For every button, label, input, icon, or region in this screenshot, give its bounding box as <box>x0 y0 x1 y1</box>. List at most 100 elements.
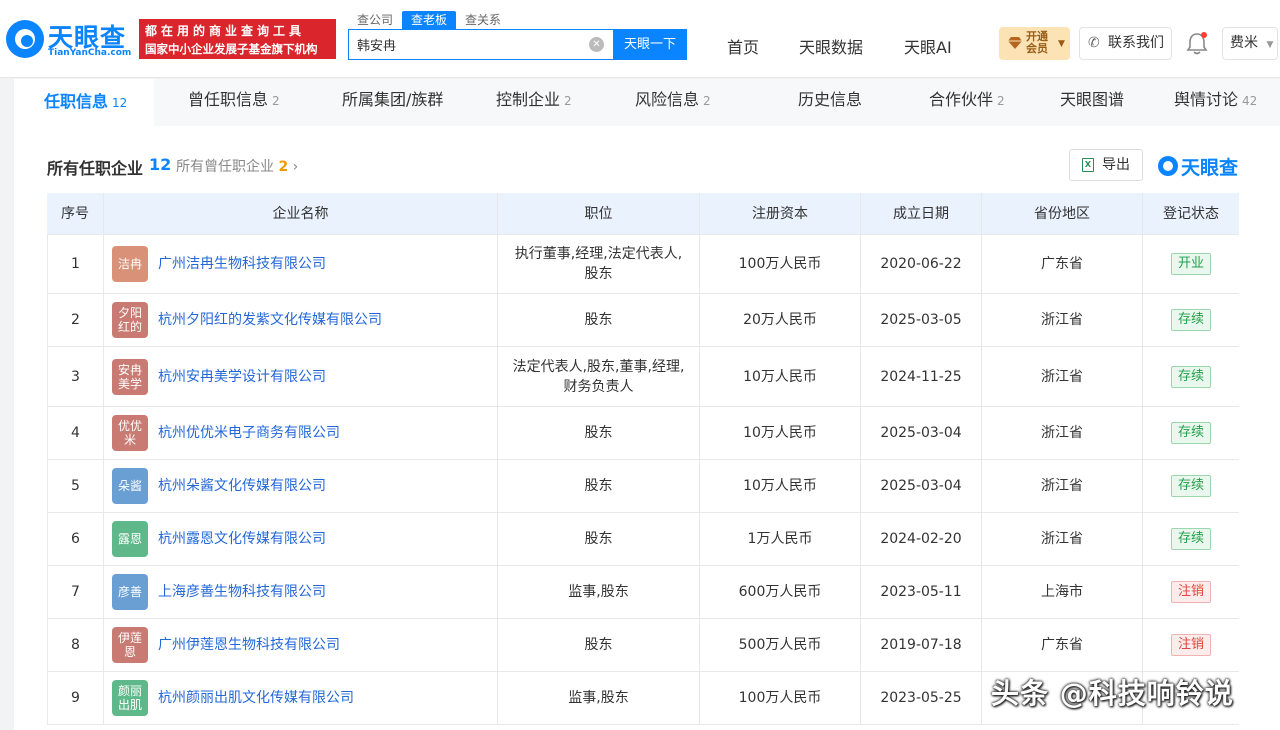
slogan-banner: 都在用的商业查询工具 国家中小企业发展子基金旗下机构 <box>139 19 336 59</box>
company-avatar[interactable]: 伊莲恩 <box>112 627 148 663</box>
region-cell: 广东省 <box>982 619 1143 671</box>
logo-domain: TianYanCha.com <box>48 48 132 58</box>
diamond-icon <box>1008 37 1022 49</box>
former-link-label: 所有曾任职企业 <box>176 159 274 175</box>
company-avatar[interactable]: 优优米 <box>112 415 148 451</box>
date-cell: 2020-06-22 <box>861 235 982 293</box>
company-avatar[interactable]: 朵酱 <box>112 468 148 504</box>
table-row: 6 露恩 杭州露恩文化传媒有限公司 股东 1万人民币 2024-02-20 浙江省 存续 <box>47 513 1239 566</box>
search-input[interactable] <box>357 30 587 59</box>
company-name-link[interactable]: 广州伊莲恩生物科技有限公司 <box>158 635 340 655</box>
company-avatar[interactable]: 彦善 <box>112 574 148 610</box>
status-cell: 存续 <box>1143 294 1239 346</box>
status-cell: 注销 <box>1143 566 1239 618</box>
row-index: 2 <box>47 294 104 346</box>
company-avatar[interactable]: 夕阳红的 <box>112 302 148 338</box>
slogan-line1: 都在用的商业查询工具 <box>145 24 306 38</box>
table-row: 8 伊莲恩 广州伊莲恩生物科技有限公司 股东 500万人民币 2019-07-18 广东省注… <box>47 619 1239 672</box>
tab-partners[interactable]: 合作伙伴 2 <box>929 79 1005 126</box>
user-menu[interactable]: 费米 ▼ <box>1222 27 1278 60</box>
date-cell: 2024-11-25 <box>861 347 982 406</box>
tab-label: 曾任职信息 <box>188 90 269 109</box>
tab-label: 风险信息 <box>635 90 700 109</box>
status-badge: 注销 <box>1170 581 1211 603</box>
tab-controlled-companies[interactable]: 控制企业 2 <box>496 79 572 126</box>
former-companies-link[interactable]: 所有曾任职企业 2 › <box>176 156 298 176</box>
watermark: 头条 @科技响铃说 <box>991 677 1234 710</box>
company-name-link[interactable]: 上海彦善生物科技有限公司 <box>158 582 326 602</box>
company-cell: 优优米 杭州优优米电子商务有限公司 <box>104 407 498 459</box>
capital-cell: 10万人民币 <box>700 407 861 459</box>
tab-count: 2 <box>272 94 280 108</box>
vip-label-line2: 会员 <box>1026 42 1048 55</box>
row-index: 3 <box>47 347 104 406</box>
company-cell: 伊莲恩 广州伊莲恩生物科技有限公司 <box>104 619 498 671</box>
company-cell: 洁冉 广州洁冉生物科技有限公司 <box>104 235 498 293</box>
tab-label: 历史信息 <box>798 90 863 109</box>
status-badge: 开业 <box>1170 253 1211 275</box>
company-name-link[interactable]: 广州洁冉生物科技有限公司 <box>158 254 326 274</box>
search-tab-boss[interactable]: 查老板 <box>402 11 457 29</box>
status-badge: 存续 <box>1170 422 1211 444</box>
region-cell: 浙江省 <box>982 347 1143 406</box>
section-count: 12 <box>149 155 172 174</box>
former-link-count: 2 <box>278 159 289 175</box>
company-name-link[interactable]: 杭州露恩文化传媒有限公司 <box>158 529 326 549</box>
tab-former-positions[interactable]: 曾任职信息 2 <box>188 79 280 126</box>
company-cell: 安冉美学 杭州安冉美学设计有限公司 <box>104 347 498 406</box>
tab-group[interactable]: 所属集团/族群 <box>342 79 447 126</box>
date-cell: 2024-02-20 <box>861 513 982 565</box>
tab-risk-info[interactable]: 风险信息 2 <box>635 79 711 126</box>
date-cell: 2019-07-18 <box>861 619 982 671</box>
company-name-link[interactable]: 杭州颜丽出肌文化传媒有限公司 <box>158 688 354 708</box>
brand-eye-icon <box>1158 156 1178 176</box>
nav-tianyan-data[interactable]: 天眼数据 <box>799 34 863 58</box>
tab-graph[interactable]: 天眼图谱 <box>1060 79 1128 126</box>
nav-tianyan-ai[interactable]: 天眼AI <box>904 34 952 58</box>
status-badge: 注销 <box>1170 634 1211 656</box>
company-cell: 朵酱 杭州朵酱文化传媒有限公司 <box>104 460 498 512</box>
table-row: 2 夕阳红的 杭州夕阳红的发紫文化传媒有限公司 股东 20万人民币 2025-03-05 浙… <box>47 294 1239 347</box>
company-avatar[interactable]: 颜丽出肌 <box>112 680 148 716</box>
capital-cell: 600万人民币 <box>700 566 861 618</box>
tab-history[interactable]: 历史信息 <box>798 79 866 126</box>
row-index: 9 <box>47 672 104 724</box>
row-index: 5 <box>47 460 104 512</box>
company-name-link[interactable]: 杭州夕阳红的发紫文化传媒有限公司 <box>158 310 382 330</box>
tianyancha-logo[interactable]: 天眼查 TianYanCha.com <box>6 18 134 62</box>
tab-count: 12 <box>112 96 128 110</box>
tab-label: 舆情讨论 <box>1174 90 1239 109</box>
excel-icon: X <box>1082 158 1094 172</box>
status-cell: 存续 <box>1143 460 1239 512</box>
region-cell: 浙江省 <box>982 294 1143 346</box>
company-avatar[interactable]: 洁冉 <box>112 246 148 282</box>
company-name-link[interactable]: 杭州安冉美学设计有限公司 <box>158 367 326 387</box>
company-avatar[interactable]: 安冉美学 <box>112 358 148 395</box>
status-cell: 存续 <box>1143 407 1239 459</box>
contact-us-button[interactable]: ✆ 联系我们 <box>1079 27 1172 60</box>
user-name: 费米 <box>1230 35 1258 51</box>
capital-cell: 20万人民币 <box>700 294 861 346</box>
search-tab-relation[interactable]: 查关系 <box>456 11 510 29</box>
caret-down-icon: ▼ <box>1058 39 1065 49</box>
export-button[interactable]: X 导出 <box>1069 149 1143 181</box>
company-cell: 夕阳红的 杭州夕阳红的发紫文化传媒有限公司 <box>104 294 498 346</box>
notification-bell[interactable] <box>1181 30 1215 60</box>
table-header-cell: 序号 <box>47 193 104 234</box>
date-cell: 2023-05-25 <box>861 672 982 724</box>
tab-public-opinion[interactable]: 舆情讨论 42 <box>1174 79 1257 126</box>
tab-current-positions[interactable]: 任职信息 12 <box>14 79 154 126</box>
tab-label: 任职信息 <box>44 92 109 111</box>
tab-label: 天眼图谱 <box>1060 90 1125 109</box>
search-type-tabs: 查公司 查老板 查关系 <box>348 11 510 29</box>
nav-home[interactable]: 首页 <box>727 34 759 58</box>
search-button[interactable]: 天眼一下 <box>613 29 687 60</box>
company-name-link[interactable]: 杭州朵酱文化传媒有限公司 <box>158 476 326 496</box>
info-tabbar: 任职信息 12 曾任职信息 2 所属集团/族群 控制企业 2 风险信息 2 历史信息 合… <box>14 79 1280 126</box>
vip-button[interactable]: 开通 会员 ▼ <box>999 27 1070 60</box>
company-name-link[interactable]: 杭州优优米电子商务有限公司 <box>158 423 340 443</box>
company-avatar[interactable]: 露恩 <box>112 521 148 557</box>
clear-icon[interactable]: ✕ <box>589 37 604 52</box>
row-index: 1 <box>47 235 104 293</box>
search-tab-company[interactable]: 查公司 <box>348 11 402 29</box>
